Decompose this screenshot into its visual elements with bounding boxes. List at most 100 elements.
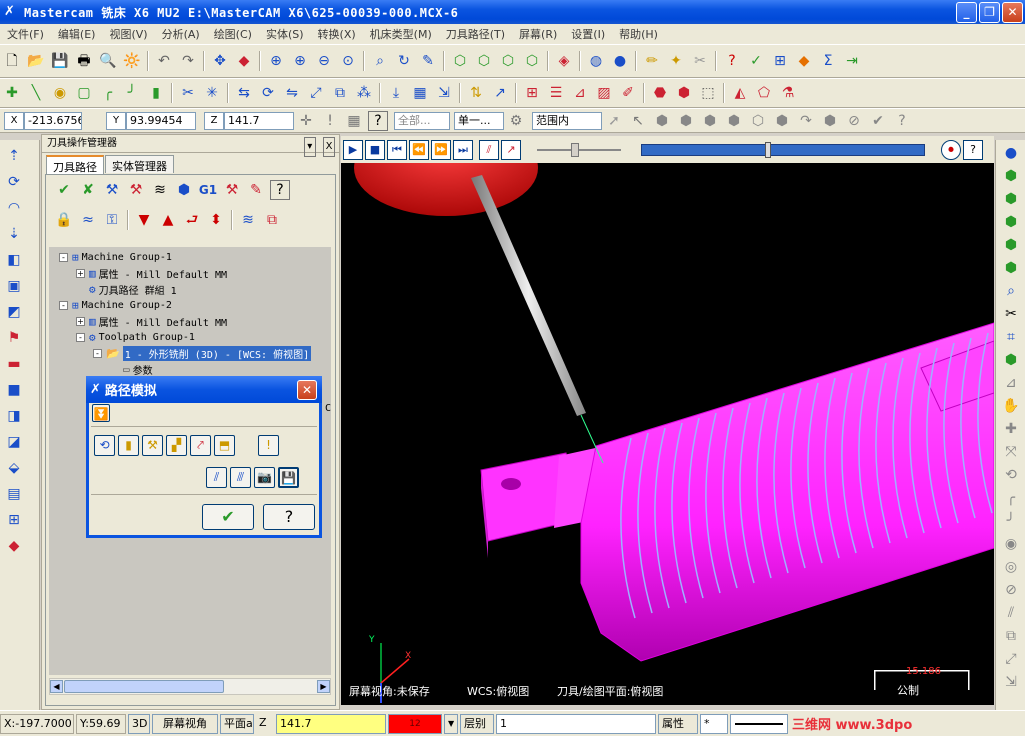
- plate-icon[interactable]: ▬: [4, 354, 24, 374]
- up-arrow-icon[interactable]: ⇡: [4, 146, 24, 166]
- tree-horizontal-scrollbar[interactable]: ◀ ▶: [49, 678, 331, 695]
- arrow-icon[interactable]: ↗: [490, 83, 510, 103]
- select-dirty-icon[interactable]: ✘: [78, 180, 98, 200]
- sum-icon[interactable]: Σ: [818, 51, 838, 71]
- trim-icon[interactable]: ✂: [178, 83, 198, 103]
- y-coord-input[interactable]: 93.99454: [126, 111, 196, 130]
- color-dropdown-icon[interactable]: ▼: [444, 713, 458, 734]
- shape-5-icon[interactable]: ⬡: [748, 111, 768, 131]
- attributes-button[interactable]: 属性: [658, 713, 698, 734]
- level-input[interactable]: 1: [496, 713, 656, 734]
- arc-icon[interactable]: ◠: [4, 198, 24, 218]
- manager-pin-button[interactable]: ▾: [303, 137, 316, 157]
- offset-tool-icon[interactable]: ⧉: [1001, 626, 1021, 646]
- cube-green-icon[interactable]: ⬢: [1001, 258, 1021, 278]
- offset-icon[interactable]: ⧉: [330, 83, 350, 103]
- fastpoint-icon[interactable]: !: [320, 111, 340, 131]
- line-icon[interactable]: ╲: [26, 83, 46, 103]
- view-top-icon[interactable]: ⬡: [474, 51, 494, 71]
- shape-6-icon[interactable]: ⬢: [772, 111, 792, 131]
- spin-icon[interactable]: ⟳: [4, 172, 24, 192]
- axis-icon[interactable]: ⇅: [466, 83, 486, 103]
- step-forward-icon[interactable]: ⏩: [431, 139, 451, 160]
- solid-c-icon[interactable]: ⬙: [4, 458, 24, 478]
- rotate-icon[interactable]: ⟳: [258, 83, 278, 103]
- restore-button[interactable]: ❐: [979, 2, 1000, 23]
- line-style-select[interactable]: [730, 713, 788, 734]
- print-icon[interactable]: 🖶: [74, 51, 94, 71]
- tree-expander-icon[interactable]: +: [76, 316, 85, 326]
- down-arrow-icon[interactable]: ⇣: [4, 224, 24, 244]
- tree-expander-icon[interactable]: +: [76, 268, 85, 278]
- help-icon[interactable]: ?: [722, 51, 742, 71]
- solid-b-icon[interactable]: ◪: [4, 432, 24, 452]
- verify-solid-icon[interactable]: ⬢: [174, 180, 194, 200]
- solid-box-icon[interactable]: ⬚: [698, 83, 718, 103]
- scale-icon[interactable]: ⤢: [306, 83, 326, 103]
- frame-icon[interactable]: ▣: [4, 276, 24, 296]
- collapse-icon[interactable]: ⏬: [92, 404, 110, 422]
- flask-icon[interactable]: ⚗: [778, 83, 798, 103]
- translate-icon[interactable]: ⇆: [234, 83, 254, 103]
- pan-icon[interactable]: ✥: [210, 51, 230, 71]
- level-button[interactable]: 层别: [460, 713, 494, 734]
- chamfer-icon[interactable]: ╯: [122, 83, 142, 103]
- select-all-icon[interactable]: ✔: [54, 180, 74, 200]
- cube-red-icon[interactable]: ◆: [4, 536, 24, 556]
- mode-3d-button[interactable]: 3D: [128, 713, 150, 734]
- solid-icon[interactable]: ◆: [794, 51, 814, 71]
- rect-icon[interactable]: ▢: [74, 83, 94, 103]
- cube-side-icon[interactable]: ⬢: [1001, 235, 1021, 255]
- arrow-select-icon[interactable]: ↖: [628, 111, 648, 131]
- view-right-icon[interactable]: ⬡: [522, 51, 542, 71]
- speed-slider[interactable]: [537, 142, 621, 158]
- shape-7-icon[interactable]: ↷: [796, 111, 816, 131]
- wave-icon[interactable]: ≋: [238, 210, 258, 230]
- cube-icon[interactable]: ◧: [4, 250, 24, 270]
- stop-condition-icon[interactable]: ⏺: [941, 139, 961, 160]
- dialog-close-button[interactable]: ✕: [297, 380, 317, 400]
- layout-icon[interactable]: ▤: [4, 484, 24, 504]
- menu-item-6[interactable]: 转换(X): [311, 26, 363, 42]
- move-icon[interactable]: ⤧: [1001, 442, 1021, 462]
- color-selector[interactable]: 12: [388, 713, 442, 734]
- mirror-icon[interactable]: ⇋: [282, 83, 302, 103]
- solid-green-icon[interactable]: ⬢: [1001, 350, 1021, 370]
- backplot-icon[interactable]: ≋: [150, 180, 170, 200]
- tree-node[interactable]: - ⚙ Toolpath Group-1: [76, 329, 195, 345]
- filter-all[interactable]: 全部...: [394, 111, 450, 130]
- filter-single[interactable]: 单一...: [454, 111, 504, 130]
- graphics-viewport[interactable]: Y X 屏幕视角:未保存 WCS:俯视图 刀具/绘图平面:俯视图 15.186 …: [341, 163, 994, 705]
- cube-top-icon[interactable]: ⬢: [1001, 189, 1021, 209]
- show-rapid-icon[interactable]: ⤤: [190, 435, 211, 456]
- quick-verify-icon[interactable]: ⫽: [206, 467, 227, 488]
- step-back-icon[interactable]: ⏪: [409, 139, 429, 160]
- menu-item-8[interactable]: 刀具路径(T): [439, 26, 512, 42]
- x-coord-input[interactable]: -213.6756: [24, 111, 82, 130]
- question-icon[interactable]: ?: [368, 110, 388, 131]
- target-icon[interactable]: ◎: [1001, 557, 1021, 577]
- solid-a-icon[interactable]: ◨: [4, 406, 24, 426]
- break-tool-icon[interactable]: ╯: [1001, 511, 1021, 531]
- pencil-icon[interactable]: ✏: [642, 51, 662, 71]
- menu-item-11[interactable]: 帮助(H): [612, 26, 665, 42]
- shape-8-icon[interactable]: ⬢: [820, 111, 840, 131]
- shell-icon[interactable]: ◩: [4, 302, 24, 322]
- verify-icon[interactable]: ⚙: [506, 111, 526, 131]
- z-depth-input[interactable]: 141.7: [276, 713, 386, 734]
- redo-icon[interactable]: ↷: [178, 51, 198, 71]
- step-end-icon[interactable]: ⏭: [453, 139, 473, 160]
- move-up-icon[interactable]: ▲: [158, 210, 178, 230]
- delete-op-icon[interactable]: ✎: [246, 180, 266, 200]
- array-icon[interactable]: ⁂: [354, 83, 374, 103]
- shape-4-icon[interactable]: ⬢: [724, 111, 744, 131]
- split-icon[interactable]: ⫽: [1001, 603, 1021, 623]
- mesh-icon[interactable]: ⬠: [754, 83, 774, 103]
- stop-icon[interactable]: ■: [365, 139, 385, 160]
- scroll-right-icon[interactable]: ▶: [317, 680, 330, 693]
- post-lock-icon[interactable]: ⚿: [102, 210, 122, 230]
- tree-expander-icon[interactable]: -: [76, 332, 85, 342]
- tree-node[interactable]: ▭ 参数: [110, 361, 153, 377]
- plane-button[interactable]: 平面a: [220, 713, 254, 734]
- stretch-icon[interactable]: ⇲: [434, 83, 454, 103]
